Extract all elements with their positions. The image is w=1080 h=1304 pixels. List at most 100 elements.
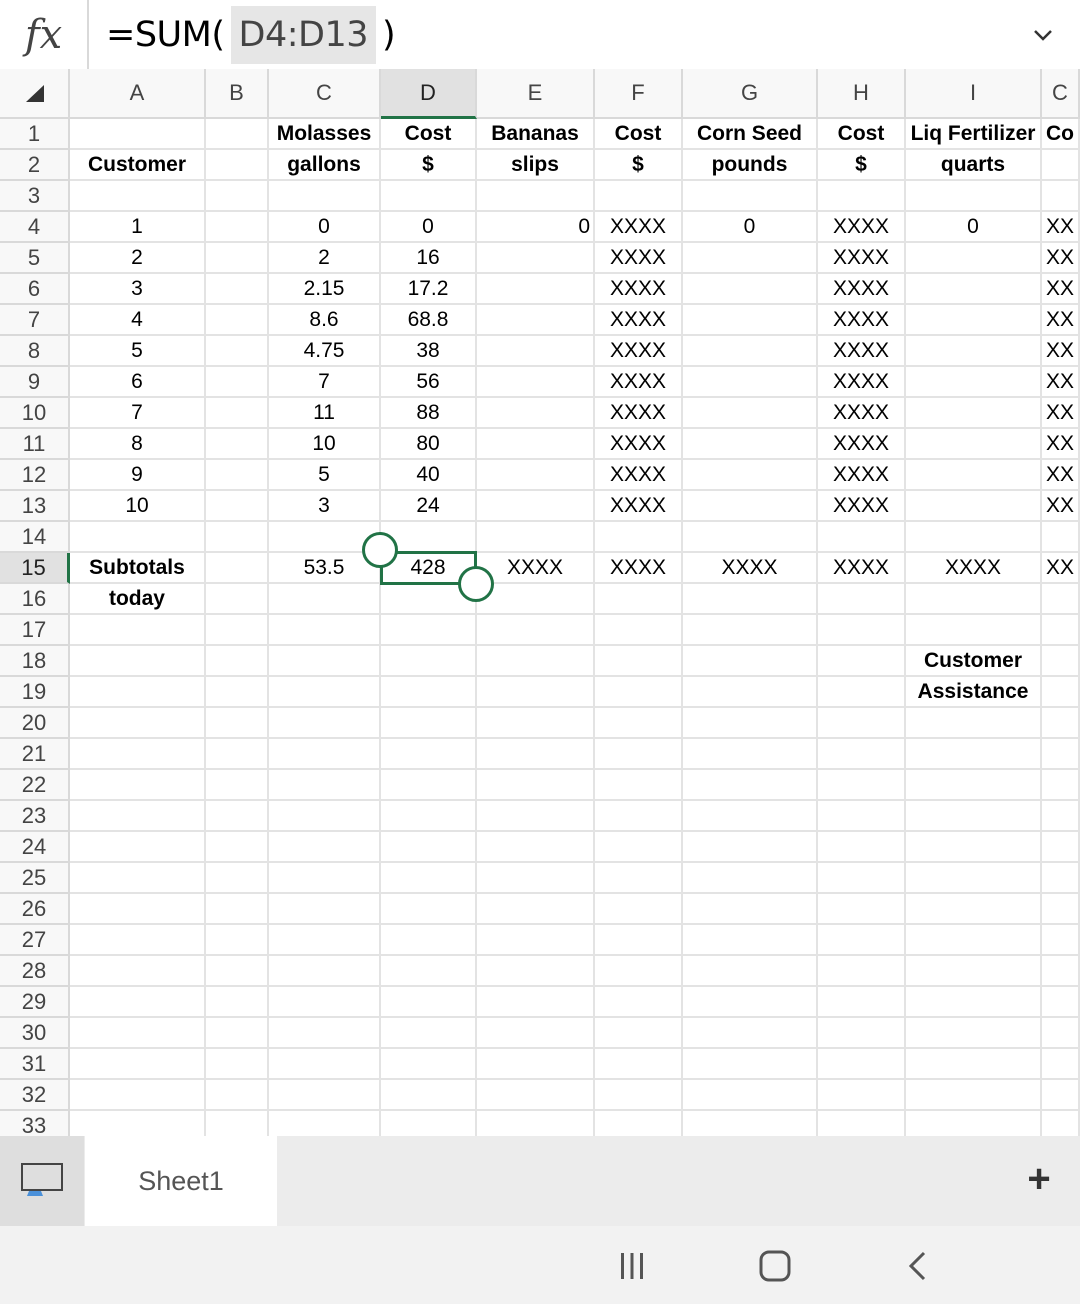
- grid-cell[interactable]: [906, 305, 1042, 336]
- header-cell-row2[interactable]: $: [595, 150, 683, 181]
- grid-cell[interactable]: [206, 1080, 269, 1111]
- grid-cell[interactable]: [818, 708, 906, 739]
- grid-cell[interactable]: [477, 832, 595, 863]
- column-header-h[interactable]: H: [818, 69, 906, 119]
- grid-cell[interactable]: [477, 1049, 595, 1080]
- grid-cell[interactable]: [70, 1080, 206, 1111]
- grid-cell[interactable]: [70, 708, 206, 739]
- table-cell[interactable]: 3: [269, 491, 381, 522]
- row-header-15[interactable]: 15: [0, 553, 70, 584]
- grid-cell[interactable]: [269, 646, 381, 677]
- grid-cell[interactable]: [906, 336, 1042, 367]
- grid-cell[interactable]: [906, 1018, 1042, 1049]
- sheet-tab-sheet1[interactable]: Sheet1: [85, 1136, 277, 1226]
- column-header-c-2[interactable]: C: [1042, 69, 1080, 119]
- grid-cell[interactable]: [381, 1111, 477, 1136]
- grid-cell[interactable]: [906, 398, 1042, 429]
- grid-cell[interactable]: [206, 274, 269, 305]
- grid-cell[interactable]: [818, 863, 906, 894]
- grid-cell[interactable]: [818, 801, 906, 832]
- row-header-18[interactable]: 18: [0, 646, 70, 677]
- table-cell[interactable]: XXXX: [818, 367, 906, 398]
- grid-cell[interactable]: [683, 584, 818, 615]
- table-cell[interactable]: 2.15: [269, 274, 381, 305]
- grid-cell[interactable]: [477, 894, 595, 925]
- grid-cell[interactable]: [477, 336, 595, 367]
- grid-cell[interactable]: [595, 522, 683, 553]
- table-cell[interactable]: 2: [269, 243, 381, 274]
- grid-cell[interactable]: [1042, 646, 1080, 677]
- grid-cell[interactable]: [683, 956, 818, 987]
- table-cell[interactable]: XXXX: [595, 429, 683, 460]
- column-header-f[interactable]: F: [595, 69, 683, 119]
- column-header-d[interactable]: D: [381, 69, 477, 119]
- grid-cell[interactable]: [595, 987, 683, 1018]
- subtotals-today-label[interactable]: today: [70, 584, 206, 615]
- home-button[interactable]: [753, 1244, 797, 1288]
- grid-cell[interactable]: [595, 832, 683, 863]
- grid-cell[interactable]: [683, 522, 818, 553]
- grid-cell[interactable]: [818, 1049, 906, 1080]
- grid-cell[interactable]: [269, 1111, 381, 1136]
- table-cell[interactable]: XXXX: [818, 336, 906, 367]
- grid-cell[interactable]: [269, 181, 381, 212]
- grid-cell[interactable]: [1042, 150, 1080, 181]
- grid-cell[interactable]: [595, 615, 683, 646]
- row-header-9[interactable]: 9: [0, 367, 70, 398]
- row-header-31[interactable]: 31: [0, 1049, 70, 1080]
- grid-cell[interactable]: [206, 987, 269, 1018]
- grid-cell[interactable]: [906, 863, 1042, 894]
- grid-cell[interactable]: [906, 491, 1042, 522]
- row-header-14[interactable]: 14: [0, 522, 70, 553]
- grid-cell[interactable]: [1042, 801, 1080, 832]
- table-cell[interactable]: 1: [70, 212, 206, 243]
- column-header-a[interactable]: A: [70, 69, 206, 119]
- grid-cell[interactable]: [818, 677, 906, 708]
- grid-cell[interactable]: [595, 181, 683, 212]
- grid-cell[interactable]: [206, 553, 269, 584]
- table-cell[interactable]: 4: [70, 305, 206, 336]
- grid-cell[interactable]: [906, 770, 1042, 801]
- grid-cell[interactable]: [70, 739, 206, 770]
- grid-cell[interactable]: [269, 987, 381, 1018]
- row-header-13[interactable]: 13: [0, 491, 70, 522]
- table-cell[interactable]: 5: [70, 336, 206, 367]
- select-all-corner[interactable]: [0, 69, 70, 119]
- grid-cell[interactable]: [906, 801, 1042, 832]
- subtotal-cell[interactable]: XXXX: [818, 553, 906, 584]
- grid-cell[interactable]: [683, 863, 818, 894]
- table-cell[interactable]: XX: [1042, 212, 1080, 243]
- grid-cell[interactable]: [683, 491, 818, 522]
- grid-cell[interactable]: [381, 677, 477, 708]
- grid-cell[interactable]: [70, 646, 206, 677]
- header-cell-row2[interactable]: Customer: [70, 150, 206, 181]
- table-cell[interactable]: XXXX: [595, 305, 683, 336]
- row-header-5[interactable]: 5: [0, 243, 70, 274]
- grid-cell[interactable]: [381, 708, 477, 739]
- table-cell[interactable]: XXXX: [818, 274, 906, 305]
- table-cell[interactable]: 16: [381, 243, 477, 274]
- grid-cell[interactable]: [683, 770, 818, 801]
- grid-cell[interactable]: [818, 925, 906, 956]
- table-cell[interactable]: XXXX: [818, 398, 906, 429]
- grid-cell[interactable]: [1042, 863, 1080, 894]
- column-header-g[interactable]: G: [683, 69, 818, 119]
- table-cell[interactable]: 6: [70, 367, 206, 398]
- row-header-20[interactable]: 20: [0, 708, 70, 739]
- table-cell[interactable]: 17.2: [381, 274, 477, 305]
- header-cell-row2[interactable]: quarts: [906, 150, 1042, 181]
- add-sheet-button[interactable]: +: [1018, 1157, 1060, 1201]
- table-cell[interactable]: XXXX: [818, 460, 906, 491]
- grid-cell[interactable]: [595, 1080, 683, 1111]
- grid-cell[interactable]: [206, 677, 269, 708]
- grid-cell[interactable]: [477, 305, 595, 336]
- table-cell[interactable]: XXXX: [595, 243, 683, 274]
- grid-cell[interactable]: [683, 677, 818, 708]
- grid-cell[interactable]: [477, 925, 595, 956]
- grid-cell[interactable]: [477, 708, 595, 739]
- grid-cell[interactable]: [477, 863, 595, 894]
- grid-cell[interactable]: [269, 770, 381, 801]
- grid-cell[interactable]: [683, 274, 818, 305]
- header-cell-row2[interactable]: pounds: [683, 150, 818, 181]
- grid-cell[interactable]: [1042, 1080, 1080, 1111]
